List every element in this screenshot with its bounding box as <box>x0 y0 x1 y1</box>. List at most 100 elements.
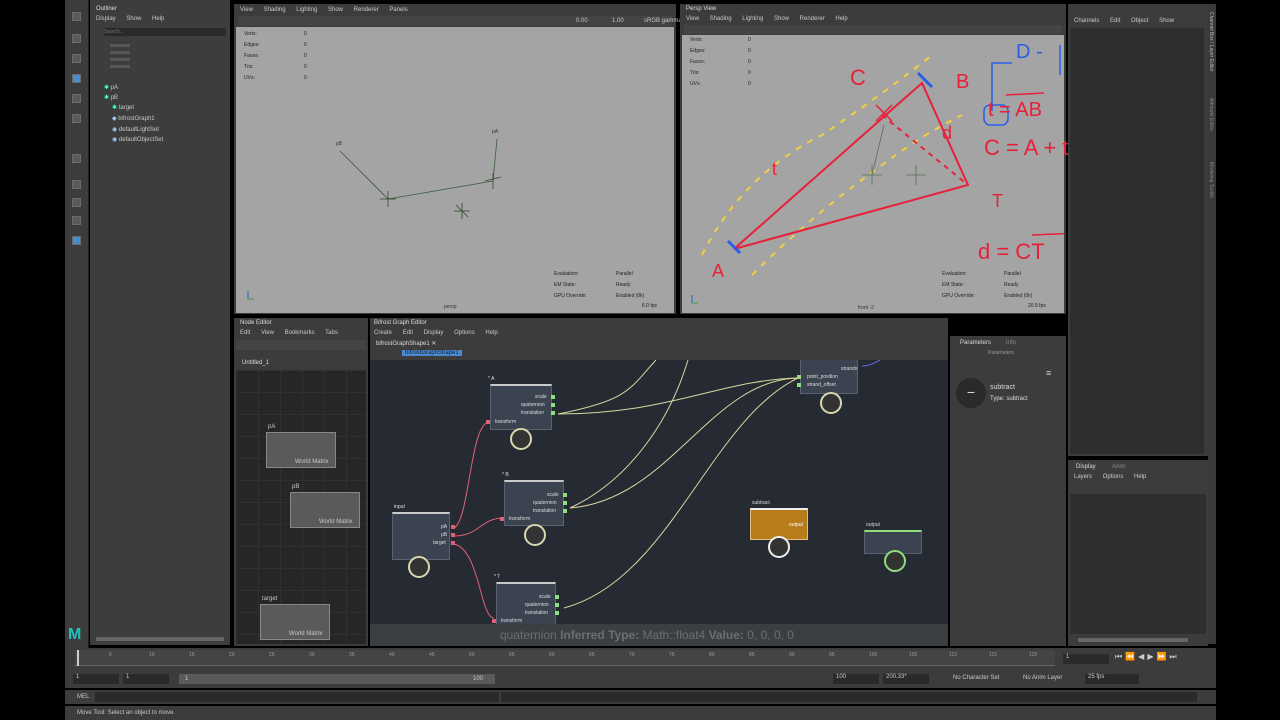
cb-menu-show[interactable]: Show <box>1159 18 1174 24</box>
params-tab-parameters[interactable]: Parameters <box>960 340 991 346</box>
viewport-right-canvas[interactable]: Verts: Edges: Faces: Tris: UVs: 0 0 0 0 … <box>682 35 1068 313</box>
input-node-icon[interactable] <box>408 556 430 578</box>
le-menu-layers[interactable]: Layers <box>1074 474 1092 480</box>
layer-editor-scrollbar[interactable] <box>1078 638 1188 642</box>
vl-menu-panels[interactable]: Panels <box>389 7 407 13</box>
axis-icon[interactable] <box>72 154 81 163</box>
strands-node[interactable]: point_position strand_offset strands <box>797 360 858 394</box>
exposure-value[interactable]: 0.00 <box>576 18 588 24</box>
layer-tab-display[interactable]: Display <box>1076 464 1096 470</box>
strands-node-icon[interactable] <box>820 392 842 414</box>
vr-menu-renderer[interactable]: Renderer <box>800 16 825 22</box>
input-node[interactable]: pA pB target <box>392 512 455 560</box>
outliner-menu-show[interactable]: Show <box>126 16 141 22</box>
end-frame-field[interactable]: 100 <box>833 674 879 684</box>
strands-in-point-position[interactable] <box>797 375 801 379</box>
vr-menu-show[interactable]: Show <box>774 16 789 22</box>
rotate-tool-icon[interactable] <box>72 94 81 103</box>
ne-node-pa[interactable]: World Matrix <box>266 432 336 468</box>
output-node-icon[interactable] <box>884 550 906 572</box>
bifrost-canvas[interactable]: input pA pB target * A scale quaternion … <box>370 360 948 646</box>
ne-menu-edit[interactable]: Edit <box>240 330 250 336</box>
outliner-item-lightset[interactable]: ◉ defaultLightSet <box>112 126 159 133</box>
vl-menu-lighting[interactable]: Lighting <box>296 7 317 13</box>
paint-tool-icon[interactable] <box>72 54 81 63</box>
ne-node-target[interactable]: World Matrix <box>260 604 330 640</box>
bifrost-tab[interactable]: bifrostGraphShape1 ✕ <box>376 340 436 347</box>
vl-menu-shading[interactable]: Shading <box>264 7 286 13</box>
playback-controls[interactable]: ⏮⏪◀▶⏩⏭ <box>1115 652 1180 662</box>
params-tab-info[interactable]: Info <box>1006 340 1016 346</box>
ne-menu-tabs[interactable]: Tabs <box>325 330 338 336</box>
vr-menu-view[interactable]: View <box>686 16 699 22</box>
cb-menu-edit[interactable]: Edit <box>1110 18 1120 24</box>
select-tool-icon[interactable] <box>72 12 81 21</box>
input-port-target[interactable] <box>451 541 455 545</box>
node-editor-tab[interactable]: Untitled_1 <box>242 360 269 366</box>
move-tool-icon[interactable] <box>72 74 81 83</box>
ne-menu-bookmarks[interactable]: Bookmarks <box>285 330 315 336</box>
outliner-scrollbar[interactable] <box>96 637 224 641</box>
node-b-out-quaternion[interactable] <box>563 501 567 505</box>
vl-menu-renderer[interactable]: Renderer <box>354 7 379 13</box>
le-menu-options[interactable]: Options <box>1103 474 1124 480</box>
side-tab-attribute-editor[interactable]: Attribute Editor <box>1208 98 1214 131</box>
vr-menu-shading[interactable]: Shading <box>710 16 732 22</box>
vr-menu-help[interactable]: Help <box>835 16 847 22</box>
bf-menu-edit[interactable]: Edit <box>403 330 413 336</box>
decompose-node-b[interactable]: scale quaternion translation transform <box>500 480 567 526</box>
bf-menu-display[interactable]: Display <box>424 330 444 336</box>
bf-menu-help[interactable]: Help <box>485 330 497 336</box>
outliner-item-pb[interactable]: ✱ pB <box>104 94 118 101</box>
outliner-search-input[interactable] <box>104 28 226 36</box>
range-start-field[interactable]: 1 <box>123 674 169 684</box>
decompose-node-t[interactable]: scale quaternion translation transform <box>492 582 559 626</box>
layout-custom-icon[interactable] <box>72 236 81 245</box>
side-tab-modeling-toolkit[interactable]: Modeling Toolkit <box>1208 162 1214 198</box>
node-t-out-scale[interactable] <box>555 595 559 599</box>
node-b-in-transform[interactable] <box>500 517 504 521</box>
anim-layer-dropdown[interactable]: No Anim Layer <box>1023 675 1062 681</box>
node-a-icon[interactable] <box>510 428 532 450</box>
side-tab-channel-box[interactable]: Channel Box / Layer Editor <box>1208 12 1214 72</box>
layer-tab-anim[interactable]: Anim <box>1112 464 1126 470</box>
cb-menu-object[interactable]: Object <box>1131 18 1148 24</box>
command-input[interactable] <box>95 692 499 702</box>
input-port-pa[interactable] <box>451 525 455 529</box>
node-t-out-translation[interactable] <box>555 611 559 615</box>
outliner-item-objectset[interactable]: ◉ defaultObjectSet <box>112 136 163 143</box>
outliner-item-target[interactable]: ✱ target <box>112 104 134 111</box>
bf-menu-create[interactable]: Create <box>374 330 392 336</box>
timeline[interactable]: 1 5 10 15 20 25 30 35 40 45 50 55 60 65 … <box>65 648 1216 670</box>
tab-close-icon[interactable]: ✕ <box>431 341 436 347</box>
layout-four-icon[interactable] <box>72 198 81 207</box>
input-port-pb[interactable] <box>451 533 455 537</box>
outliner-menu-display[interactable]: Display <box>96 16 116 22</box>
fps-dropdown[interactable]: 25 fps <box>1085 674 1139 684</box>
outliner-item-bifrost[interactable]: ◆ bifrostGraph1 <box>112 115 155 122</box>
outliner-item-pa[interactable]: ✱ pA <box>104 84 118 91</box>
layout-two-icon[interactable] <box>72 216 81 225</box>
params-menu-icon[interactable]: ≡ <box>1046 368 1051 378</box>
node-editor-canvas[interactable]: pA World Matrix pB World Matrix target W… <box>236 370 366 644</box>
ne-menu-view[interactable]: View <box>261 330 274 336</box>
node-b-out-translation[interactable] <box>563 509 567 513</box>
current-frame-field[interactable]: 1 <box>1063 654 1109 664</box>
node-a-in-transform[interactable] <box>486 420 490 424</box>
node-a-out-quaternion[interactable] <box>551 403 555 407</box>
le-menu-help[interactable]: Help <box>1134 474 1146 480</box>
timeline-current-frame-marker[interactable] <box>77 650 79 666</box>
gamma-value[interactable]: 1.00 <box>612 18 624 24</box>
outliner-menu-help[interactable]: Help <box>152 16 164 22</box>
total-end-field[interactable]: 200.33* <box>883 674 929 684</box>
colorspace-value[interactable]: sRGB gamma <box>644 18 682 24</box>
node-b-icon[interactable] <box>524 524 546 546</box>
node-a-out-scale[interactable] <box>551 395 555 399</box>
node-t-out-quaternion[interactable] <box>555 603 559 607</box>
node-t-in-transform[interactable] <box>492 619 496 623</box>
node-a-out-translation[interactable] <box>551 411 555 415</box>
lasso-tool-icon[interactable] <box>72 34 81 43</box>
vl-menu-show[interactable]: Show <box>328 7 343 13</box>
bifrost-breadcrumb[interactable]: bifrostGraphShape1 <box>402 350 462 356</box>
ne-node-pb[interactable]: World Matrix <box>290 492 360 528</box>
